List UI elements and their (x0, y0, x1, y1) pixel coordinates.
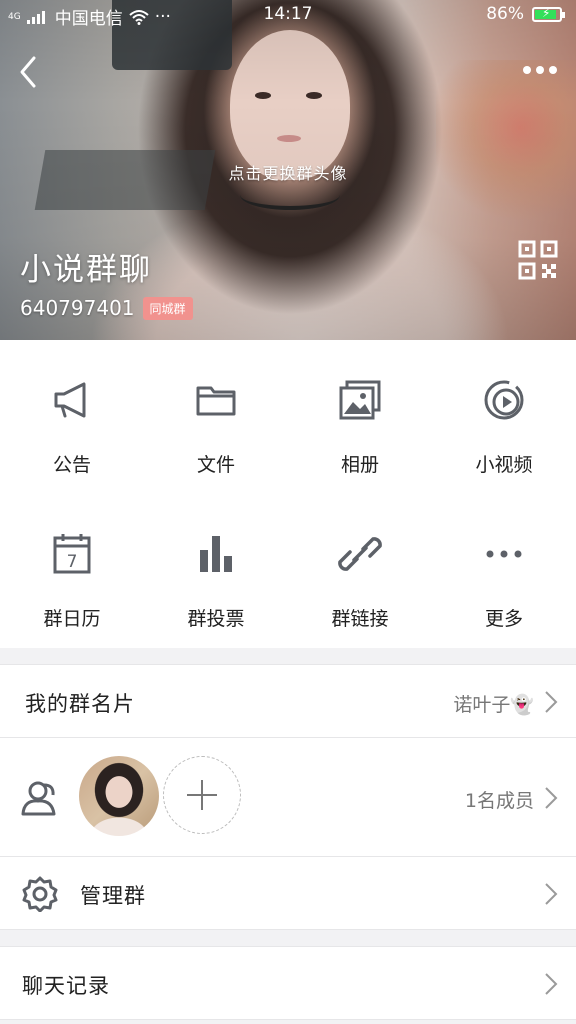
feature-grid: 公告 文件 相册 小视频 7 群日历 群投票 群链接 更多 (0, 340, 576, 648)
group-id-row: 640797401 同城群 (20, 296, 193, 320)
chevron-left-icon (20, 56, 36, 88)
feature-more[interactable]: 更多 (432, 494, 576, 648)
more-dot (536, 66, 544, 74)
calendar-day: 7 (67, 552, 78, 572)
status-right: 86% ⚡ (486, 4, 565, 24)
qr-code-button[interactable] (518, 240, 558, 280)
chevron-right-icon (545, 787, 558, 809)
group-id: 640797401 (20, 296, 135, 320)
megaphone-icon (54, 382, 86, 418)
feature-files[interactable]: 文件 (144, 340, 288, 494)
feature-label: 相册 (340, 454, 379, 476)
feature-label: 文件 (196, 454, 235, 476)
member-count: 1名成员 (464, 790, 534, 812)
members-icon (21, 781, 56, 816)
feature-label: 小视频 (475, 454, 533, 476)
feature-announcement[interactable]: 公告 (0, 340, 144, 494)
more-dot (549, 66, 557, 74)
back-button[interactable] (10, 52, 50, 92)
chevron-right-icon (545, 883, 558, 905)
feature-label: 公告 (52, 454, 91, 476)
calendar-icon: 7 (53, 534, 91, 574)
more-dots-icon (486, 550, 522, 558)
feature-label: 群链接 (331, 608, 389, 630)
feature-label: 群投票 (187, 608, 245, 630)
chevron-right-icon (545, 973, 558, 995)
feature-vote[interactable]: 群投票 (144, 494, 288, 648)
status-bar: 4G 中国电信 ··· 14:17 86% ⚡ (0, 0, 576, 30)
manage-group-label: 管理群 (80, 884, 146, 908)
chat-history-label: 聊天记录 (22, 974, 110, 998)
add-member-button[interactable] (163, 756, 241, 834)
feature-link[interactable]: 群链接 (288, 494, 432, 648)
chat-history-row[interactable]: 聊天记录 (0, 946, 576, 1020)
more-options-button[interactable] (518, 58, 562, 82)
feature-label: 群日历 (43, 608, 101, 630)
my-group-card-label: 我的群名片 (25, 692, 135, 716)
local-group-badge: 同城群 (142, 296, 193, 320)
more-dot (523, 66, 531, 74)
my-group-card-value: 诺叶子👻 (453, 694, 534, 716)
group-name: 小说群聊 (20, 252, 152, 288)
feature-album[interactable]: 相册 (288, 340, 432, 494)
photo-album-icon (339, 380, 381, 420)
bar-chart-icon (200, 536, 232, 572)
qr-code-icon (518, 240, 558, 280)
feature-calendar[interactable]: 7 群日历 (0, 494, 144, 648)
folder-icon (196, 386, 236, 416)
charging-icon: ⚡ (542, 5, 551, 20)
member-avatar[interactable] (79, 756, 159, 836)
video-play-icon (484, 380, 524, 420)
manage-group-row[interactable]: 管理群 (0, 856, 576, 930)
battery-icon: ⚡ (532, 5, 565, 22)
members-row[interactable]: 1名成员 (0, 737, 576, 857)
change-avatar-hint[interactable]: 点击更换群头像 (0, 160, 576, 184)
battery-percent: 86% (486, 4, 524, 24)
feature-short-video[interactable]: 小视频 (432, 340, 576, 494)
chevron-right-icon (545, 691, 558, 713)
gear-icon (22, 876, 58, 912)
link-icon (338, 537, 382, 571)
feature-label: 更多 (484, 608, 523, 630)
my-group-card-row[interactable]: 我的群名片 诺叶子👻 (0, 664, 576, 738)
